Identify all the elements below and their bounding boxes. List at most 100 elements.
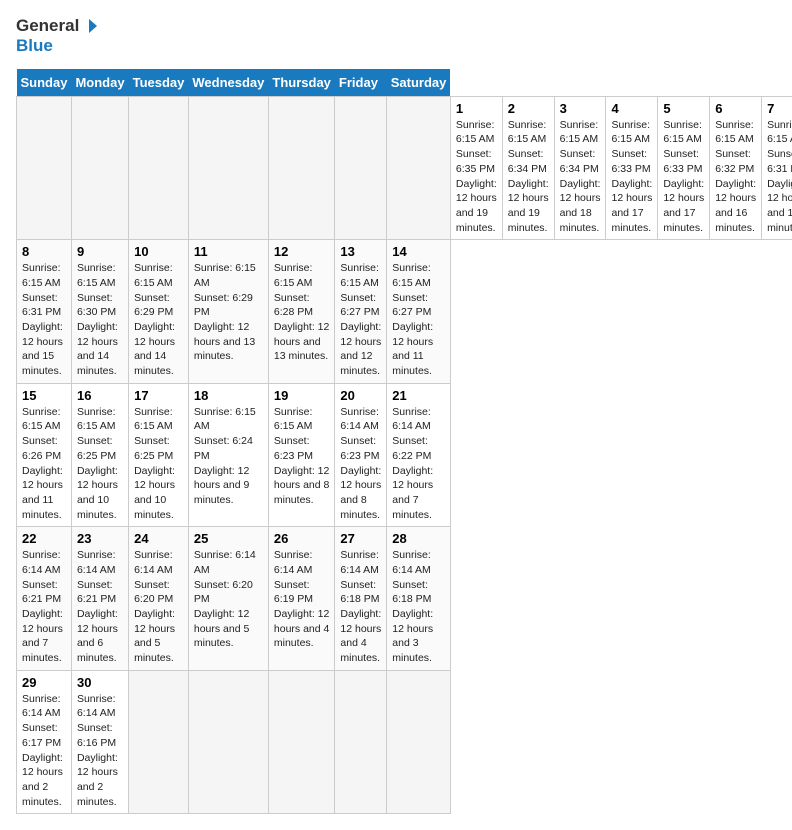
cell-info: Sunrise: 6:15 AMSunset: 6:25 PMDaylight:…	[134, 405, 183, 523]
calendar-cell	[335, 96, 387, 240]
day-number: 10	[134, 244, 183, 259]
day-number: 15	[22, 388, 66, 403]
cell-info: Sunrise: 6:15 AMSunset: 6:31 PMDaylight:…	[22, 261, 66, 379]
cell-info: Sunrise: 6:15 AMSunset: 6:29 PMDaylight:…	[194, 261, 263, 364]
cell-info: Sunrise: 6:15 AMSunset: 6:27 PMDaylight:…	[340, 261, 381, 379]
cell-info: Sunrise: 6:15 AMSunset: 6:25 PMDaylight:…	[77, 405, 123, 523]
day-number: 11	[194, 244, 263, 259]
day-number: 25	[194, 531, 263, 546]
cell-info: Sunrise: 6:14 AMSunset: 6:17 PMDaylight:…	[22, 692, 66, 810]
calendar-cell: 22 Sunrise: 6:14 AMSunset: 6:21 PMDayligh…	[17, 527, 72, 671]
calendar-cell: 27Sunrise: 6:14 AMSunset: 6:18 PMDayligh…	[335, 527, 387, 671]
calendar-cell	[129, 670, 189, 814]
calendar-cell: 2 Sunrise: 6:15 AMSunset: 6:34 PMDaylight…	[502, 96, 554, 240]
calendar-cell: 9 Sunrise: 6:15 AMSunset: 6:30 PMDaylight…	[71, 240, 128, 384]
cell-info: Sunrise: 6:15 AMSunset: 6:27 PMDaylight:…	[392, 261, 445, 379]
calendar-cell	[71, 96, 128, 240]
cell-info: Sunrise: 6:14 AMSunset: 6:18 PMDaylight:…	[392, 548, 445, 666]
calendar-week-5: 29Sunrise: 6:14 AMSunset: 6:17 PMDayligh…	[17, 670, 792, 814]
cell-info: Sunrise: 6:15 AMSunset: 6:34 PMDaylight:…	[508, 118, 549, 236]
calendar-cell: 15 Sunrise: 6:15 AMSunset: 6:26 PMDayligh…	[17, 383, 72, 527]
day-number: 22	[22, 531, 66, 546]
day-number: 9	[77, 244, 123, 259]
day-number: 18	[194, 388, 263, 403]
calendar-cell: 30 Sunrise: 6:14 AMSunset: 6:16 PMDayligh…	[71, 670, 128, 814]
cell-info: Sunrise: 6:15 AMSunset: 6:31 PMDaylight:…	[767, 118, 792, 236]
calendar-cell: 1 Sunrise: 6:15 AMSunset: 6:35 PMDaylight…	[450, 96, 502, 240]
day-number: 1	[456, 101, 497, 116]
calendar-cell: 23 Sunrise: 6:14 AMSunset: 6:21 PMDayligh…	[71, 527, 128, 671]
cell-info: Sunrise: 6:14 AMSunset: 6:21 PMDaylight:…	[77, 548, 123, 666]
logo-text-general: General	[16, 16, 79, 36]
calendar-cell: 3 Sunrise: 6:15 AMSunset: 6:34 PMDaylight…	[554, 96, 606, 240]
calendar-cell: 28Sunrise: 6:14 AMSunset: 6:18 PMDayligh…	[387, 527, 451, 671]
cell-info: Sunrise: 6:14 AMSunset: 6:18 PMDaylight:…	[340, 548, 381, 666]
cell-info: Sunrise: 6:14 AMSunset: 6:21 PMDaylight:…	[22, 548, 66, 666]
cell-info: Sunrise: 6:15 AMSunset: 6:32 PMDaylight:…	[715, 118, 756, 236]
cell-info: Sunrise: 6:14 AMSunset: 6:19 PMDaylight:…	[274, 548, 330, 651]
calendar-week-1: 1 Sunrise: 6:15 AMSunset: 6:35 PMDaylight…	[17, 96, 792, 240]
day-number: 21	[392, 388, 445, 403]
cell-info: Sunrise: 6:15 AMSunset: 6:30 PMDaylight:…	[77, 261, 123, 379]
calendar-cell: 25 Sunrise: 6:14 AMSunset: 6:20 PMDayligh…	[188, 527, 268, 671]
day-number: 14	[392, 244, 445, 259]
day-number: 20	[340, 388, 381, 403]
day-number: 19	[274, 388, 330, 403]
day-number: 6	[715, 101, 756, 116]
calendar-cell: 11 Sunrise: 6:15 AMSunset: 6:29 PMDayligh…	[188, 240, 268, 384]
calendar-cell: 10 Sunrise: 6:15 AMSunset: 6:29 PMDayligh…	[129, 240, 189, 384]
day-number: 26	[274, 531, 330, 546]
col-header-wednesday: Wednesday	[188, 69, 268, 97]
calendar-cell: 6 Sunrise: 6:15 AMSunset: 6:32 PMDaylight…	[710, 96, 762, 240]
col-header-friday: Friday	[335, 69, 387, 97]
cell-info: Sunrise: 6:15 AMSunset: 6:29 PMDaylight:…	[134, 261, 183, 379]
cell-info: Sunrise: 6:14 AMSunset: 6:20 PMDaylight:…	[194, 548, 263, 651]
day-number: 2	[508, 101, 549, 116]
day-number: 24	[134, 531, 183, 546]
cell-info: Sunrise: 6:15 AMSunset: 6:26 PMDaylight:…	[22, 405, 66, 523]
cell-info: Sunrise: 6:14 AMSunset: 6:16 PMDaylight:…	[77, 692, 123, 810]
calendar-cell	[129, 96, 189, 240]
day-number: 23	[77, 531, 123, 546]
cell-info: Sunrise: 6:15 AMSunset: 6:35 PMDaylight:…	[456, 118, 497, 236]
page-header: General Blue	[16, 16, 776, 57]
calendar-cell	[188, 96, 268, 240]
day-number: 4	[611, 101, 652, 116]
cell-info: Sunrise: 6:14 AMSunset: 6:23 PMDaylight:…	[340, 405, 381, 523]
col-header-saturday: Saturday	[387, 69, 451, 97]
col-header-sunday: Sunday	[17, 69, 72, 97]
col-header-thursday: Thursday	[268, 69, 335, 97]
calendar-cell: 8Sunrise: 6:15 AMSunset: 6:31 PMDaylight…	[17, 240, 72, 384]
cell-info: Sunrise: 6:14 AMSunset: 6:20 PMDaylight:…	[134, 548, 183, 666]
day-number: 5	[663, 101, 704, 116]
calendar-week-4: 22 Sunrise: 6:14 AMSunset: 6:21 PMDayligh…	[17, 527, 792, 671]
cell-info: Sunrise: 6:15 AMSunset: 6:28 PMDaylight:…	[274, 261, 330, 364]
calendar-week-2: 8Sunrise: 6:15 AMSunset: 6:31 PMDaylight…	[17, 240, 792, 384]
day-number: 7	[767, 101, 792, 116]
calendar-cell: 13 Sunrise: 6:15 AMSunset: 6:27 PMDayligh…	[335, 240, 387, 384]
calendar-cell	[268, 670, 335, 814]
calendar-cell	[188, 670, 268, 814]
calendar-cell: 5 Sunrise: 6:15 AMSunset: 6:33 PMDaylight…	[658, 96, 710, 240]
calendar-cell: 29Sunrise: 6:14 AMSunset: 6:17 PMDayligh…	[17, 670, 72, 814]
day-number: 17	[134, 388, 183, 403]
calendar-cell: 14 Sunrise: 6:15 AMSunset: 6:27 PMDayligh…	[387, 240, 451, 384]
day-number: 3	[560, 101, 601, 116]
calendar-cell: 16Sunrise: 6:15 AMSunset: 6:25 PMDayligh…	[71, 383, 128, 527]
calendar-cell: 20 Sunrise: 6:14 AMSunset: 6:23 PMDayligh…	[335, 383, 387, 527]
cell-info: Sunrise: 6:15 AMSunset: 6:23 PMDaylight:…	[274, 405, 330, 508]
header-row: SundayMondayTuesdayWednesdayThursdayFrid…	[17, 69, 792, 97]
calendar-cell	[268, 96, 335, 240]
logo: General Blue	[16, 16, 99, 57]
day-number: 13	[340, 244, 381, 259]
calendar-cell: 17 Sunrise: 6:15 AMSunset: 6:25 PMDayligh…	[129, 383, 189, 527]
cell-info: Sunrise: 6:15 AMSunset: 6:34 PMDaylight:…	[560, 118, 601, 236]
day-number: 30	[77, 675, 123, 690]
calendar-cell: 19 Sunrise: 6:15 AMSunset: 6:23 PMDayligh…	[268, 383, 335, 527]
calendar-cell: 4Sunrise: 6:15 AMSunset: 6:33 PMDaylight…	[606, 96, 658, 240]
cell-info: Sunrise: 6:15 AMSunset: 6:33 PMDaylight:…	[663, 118, 704, 236]
logo-container: General Blue	[16, 16, 99, 57]
calendar-cell: 26 Sunrise: 6:14 AMSunset: 6:19 PMDayligh…	[268, 527, 335, 671]
calendar-cell: 12Sunrise: 6:15 AMSunset: 6:28 PMDayligh…	[268, 240, 335, 384]
calendar-cell	[387, 670, 451, 814]
